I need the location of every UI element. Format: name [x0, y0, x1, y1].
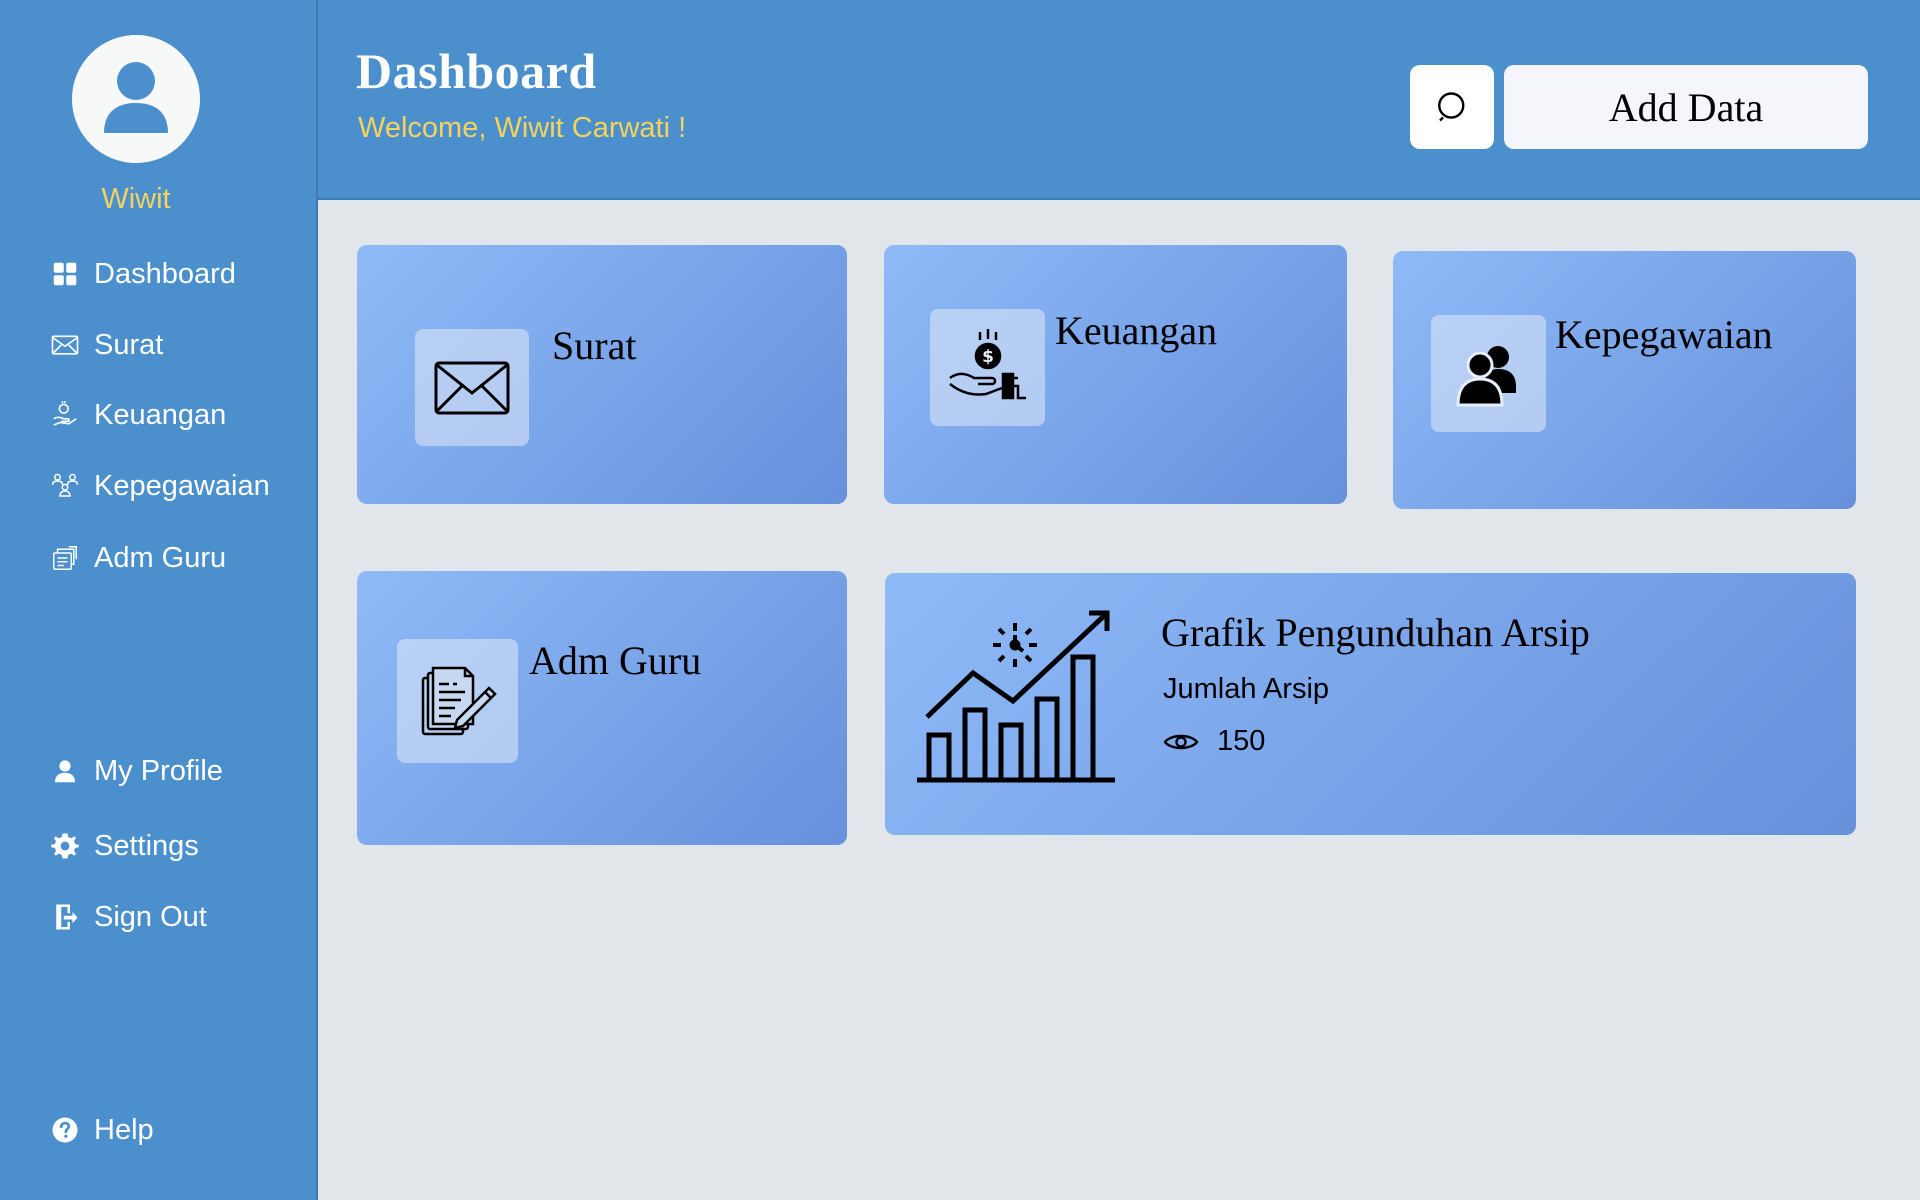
svg-text:$: $	[982, 347, 994, 367]
archive-count: 150	[1217, 725, 1266, 757]
growth-chart-icon	[917, 610, 1115, 783]
card-grafik-pengunduhan[interactable]: Grafik Pengunduhan Arsip Jumlah Arsip 15…	[885, 573, 1856, 835]
question-circle-icon	[48, 1113, 82, 1147]
sidebar-item-label: Help	[94, 1113, 154, 1146]
envelope-icon	[48, 328, 82, 362]
add-data-button[interactable]: Add Data	[1504, 65, 1868, 149]
card-title: Adm Guru	[529, 638, 702, 683]
money-hand-icon	[48, 398, 82, 432]
sidebar: Wiwit Dashboard Surat Keuangan Kepegawai…	[0, 0, 318, 1200]
eye-icon	[1163, 734, 1199, 749]
sidebar-item-my-profile[interactable]: My Profile	[48, 748, 308, 794]
sidebar-item-help[interactable]: Help	[48, 1107, 308, 1153]
search-icon	[1438, 92, 1465, 122]
door-exit-icon	[48, 900, 82, 934]
user-avatar-icon[interactable]	[72, 35, 200, 163]
card-title: Kepegawaian	[1555, 312, 1773, 357]
sidebar-item-label: Adm Guru	[94, 541, 227, 574]
sidebar-item-keuangan[interactable]: Keuangan	[48, 392, 308, 438]
team-icon	[48, 469, 82, 503]
sidebar-item-sign-out[interactable]: Sign Out	[48, 894, 308, 940]
welcome-message: Welcome, Wiwit Carwati !	[358, 112, 687, 144]
sidebar-item-label: Kepegawaian	[94, 469, 270, 502]
user-name: Wiwit	[101, 183, 171, 215]
sidebar-item-label: My Profile	[94, 754, 223, 787]
card-title: Surat	[552, 323, 637, 368]
top-header: Dashboard Welcome, Wiwit Carwati ! Add D…	[318, 0, 1920, 200]
search-button[interactable]	[1410, 65, 1494, 149]
sidebar-item-settings[interactable]: Settings	[48, 823, 308, 869]
card-surat[interactable]: Surat	[357, 245, 847, 504]
stats-title: Grafik Pengunduhan Arsip	[1161, 610, 1590, 655]
sidebar-item-label: Dashboard	[94, 257, 236, 290]
sidebar-item-adm-guru[interactable]: Adm Guru	[48, 535, 308, 581]
sidebar-item-label: Settings	[94, 829, 199, 862]
sidebar-item-label: Sign Out	[94, 900, 207, 933]
money-hand-icon: $	[930, 309, 1045, 426]
archive-count-row: 150	[1163, 725, 1265, 758]
page-title: Dashboard	[356, 43, 597, 99]
documents-pen-icon	[397, 639, 518, 763]
gear-icon	[48, 829, 82, 863]
users-icon	[1431, 315, 1546, 432]
card-kepegawaian[interactable]: Kepegawaian	[1393, 251, 1856, 509]
sidebar-item-surat[interactable]: Surat	[48, 322, 308, 368]
card-adm-guru[interactable]: Adm Guru	[357, 571, 847, 845]
person-icon	[48, 754, 82, 788]
envelope-icon	[415, 329, 529, 446]
sidebar-item-label: Keuangan	[94, 398, 227, 431]
documents-icon	[48, 541, 82, 575]
card-title: Keuangan	[1055, 308, 1218, 353]
sidebar-item-dashboard[interactable]: Dashboard	[48, 251, 308, 297]
sidebar-item-kepegawaian[interactable]: Kepegawaian	[48, 463, 308, 509]
card-keuangan[interactable]: $ Keuangan	[884, 245, 1347, 504]
sidebar-item-label: Surat	[94, 328, 164, 361]
dashboard-grid-icon	[48, 257, 82, 291]
stats-label: Jumlah Arsip	[1163, 673, 1330, 705]
